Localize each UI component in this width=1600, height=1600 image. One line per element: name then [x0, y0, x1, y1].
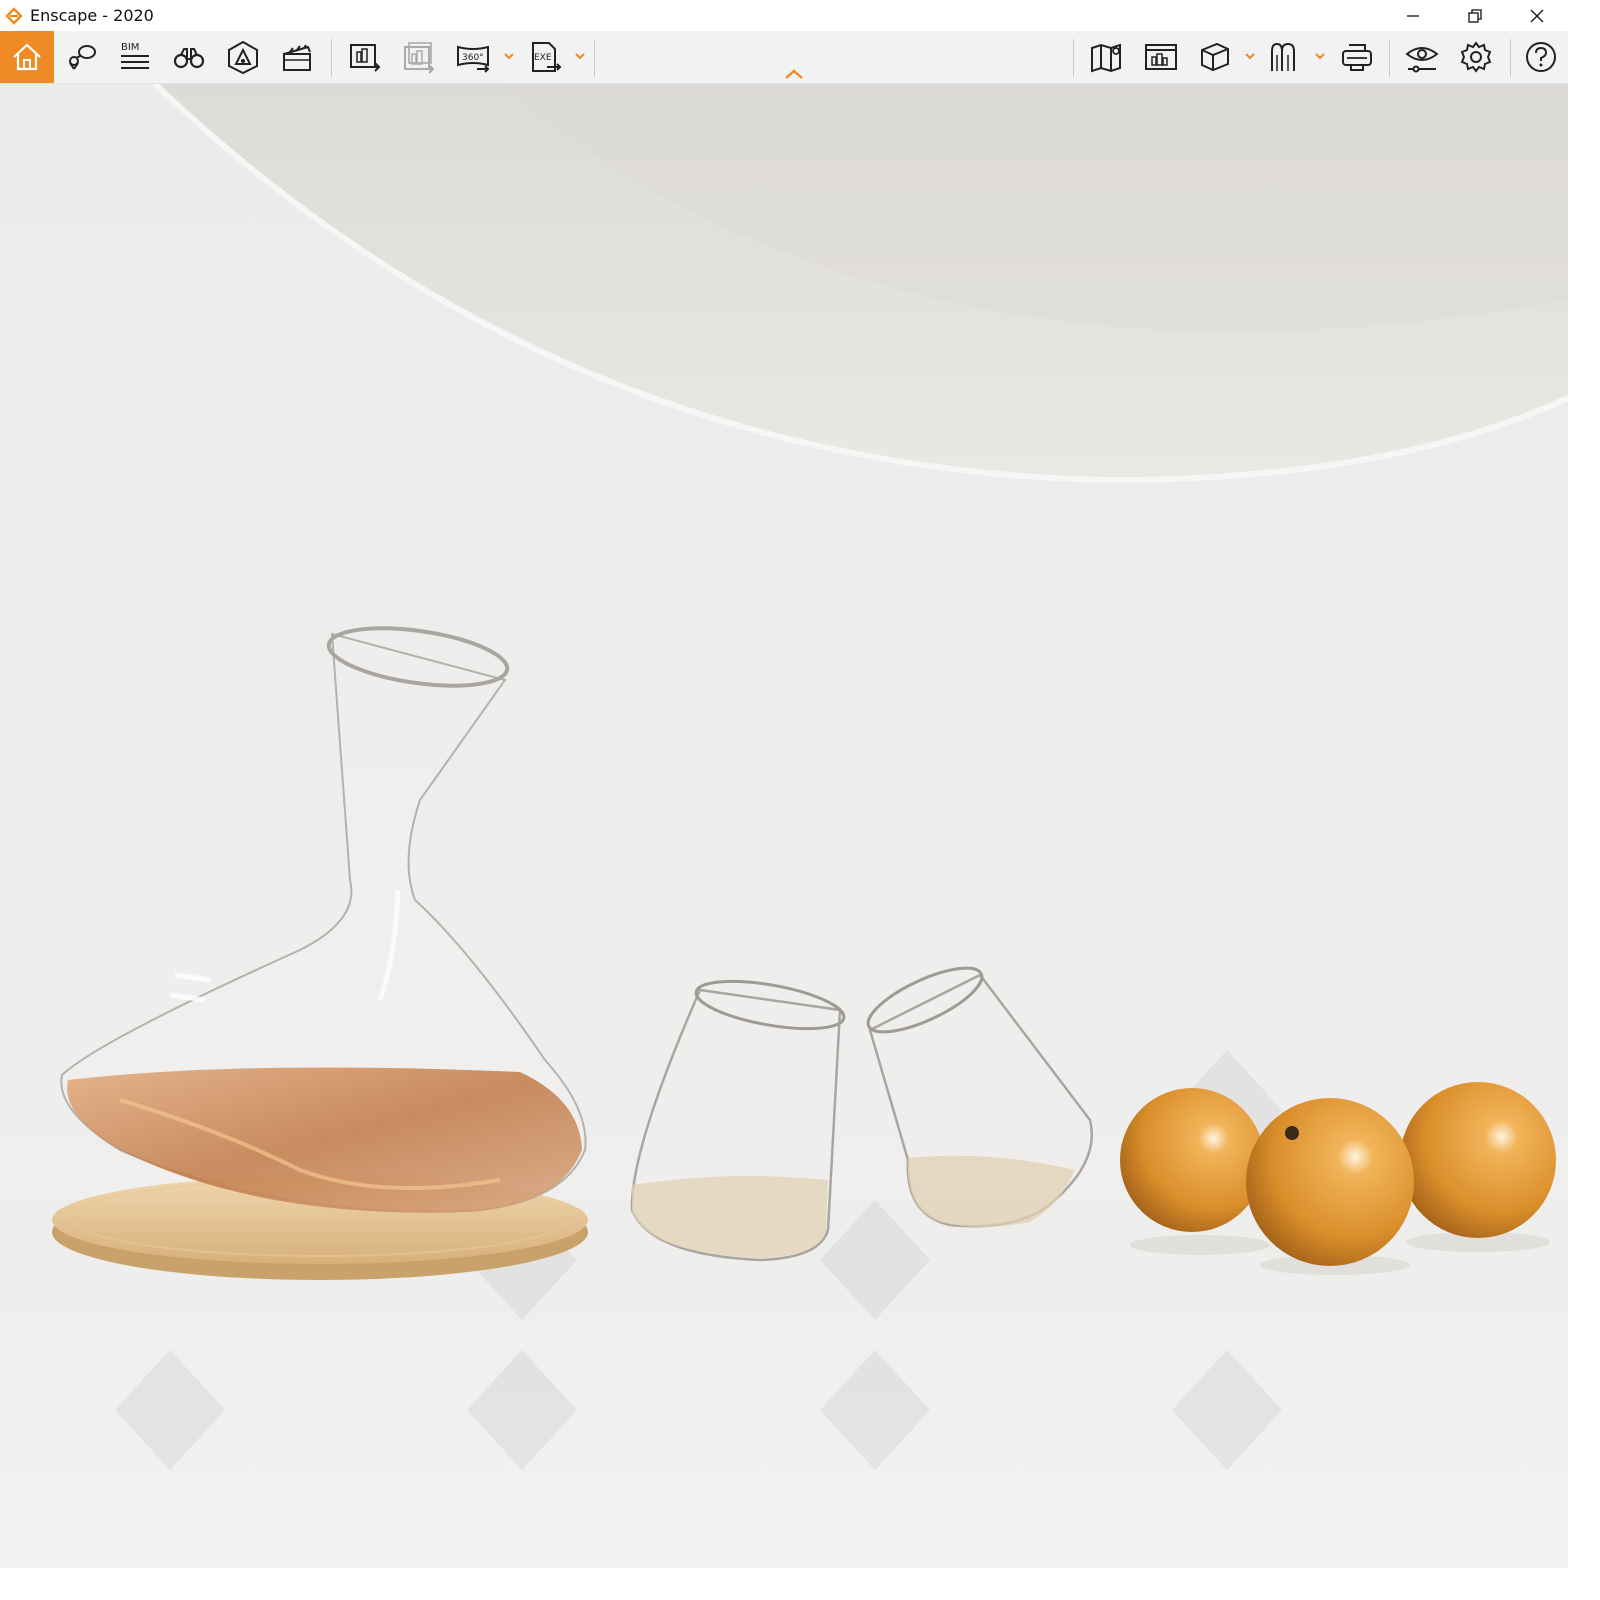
restore-icon — [1468, 8, 1482, 23]
vr-headset-button[interactable] — [1330, 31, 1384, 83]
toolbar-separator — [1510, 39, 1511, 77]
home-button[interactable] — [0, 31, 54, 83]
minimize-icon — [1407, 14, 1419, 17]
window-title: Enscape - 2020 — [30, 6, 154, 25]
atmosphere-icon — [228, 40, 258, 75]
batch-render-button[interactable] — [392, 31, 446, 83]
cube-icon — [1201, 42, 1229, 72]
exe-dropdown-chevron-down-icon[interactable] — [573, 49, 587, 63]
window-controls — [1382, 0, 1568, 31]
material-icon — [1271, 42, 1295, 71]
capture-icon — [1145, 44, 1177, 70]
batch-render-icon — [404, 42, 435, 74]
video-editor-button[interactable] — [270, 31, 324, 83]
settings-button[interactable] — [1449, 31, 1503, 83]
close-icon — [1530, 9, 1544, 22]
panorama-360-icon: 360° — [457, 45, 490, 73]
panorama-label: 360° — [462, 53, 484, 63]
map-icon — [1091, 43, 1121, 73]
exe-label: EXE — [534, 53, 552, 63]
views-button[interactable] — [54, 31, 108, 83]
collapse-toolbar-chevron-up-icon[interactable] — [783, 67, 805, 81]
asset-dropdown-chevron-down-icon[interactable] — [1243, 49, 1257, 63]
bim-label: BIM — [121, 42, 139, 53]
material-editor-button[interactable] — [1258, 31, 1312, 83]
render-viewport[interactable] — [0, 84, 1568, 1568]
panorama-button[interactable]: 360° — [446, 31, 500, 83]
binoculars-icon — [173, 48, 205, 69]
render-image-button[interactable] — [338, 31, 392, 83]
main-toolbar: BIM 360° EXE — [0, 31, 1568, 84]
panorama-dropdown-chevron-down-icon[interactable] — [502, 49, 516, 63]
title-bar: Enscape - 2020 — [0, 0, 1568, 31]
bim-icon: BIM — [121, 42, 149, 69]
bim-button[interactable]: BIM — [108, 31, 162, 83]
gear-icon — [1460, 41, 1492, 73]
home-icon — [13, 43, 41, 71]
atmosphere-button[interactable] — [216, 31, 270, 83]
explore-button[interactable] — [162, 31, 216, 83]
enscape-logo-icon — [5, 6, 23, 25]
toolbar-separator — [1389, 39, 1390, 77]
help-icon — [1526, 42, 1556, 72]
restore-button[interactable] — [1444, 0, 1506, 31]
location-views-icon — [69, 45, 96, 70]
help-button[interactable] — [1514, 31, 1568, 83]
toolbar-separator — [1073, 39, 1074, 77]
close-button[interactable] — [1506, 0, 1568, 31]
vr-headset-icon — [1342, 44, 1372, 71]
material-dropdown-chevron-down-icon[interactable] — [1313, 49, 1327, 63]
map-button[interactable] — [1080, 31, 1134, 83]
clapperboard-icon — [283, 44, 311, 71]
exe-export-button[interactable]: EXE — [518, 31, 572, 83]
render-export-icon — [350, 44, 381, 72]
exe-export-icon: EXE — [532, 42, 562, 72]
toolbar-separator — [331, 39, 332, 77]
asset-library-button[interactable] — [1188, 31, 1242, 83]
capture-button[interactable] — [1134, 31, 1188, 83]
minimize-button[interactable] — [1382, 0, 1444, 31]
eye-icon — [1405, 47, 1439, 73]
render-scene — [0, 84, 1568, 1568]
visual-settings-button[interactable] — [1395, 31, 1449, 83]
toolbar-separator — [594, 39, 595, 77]
